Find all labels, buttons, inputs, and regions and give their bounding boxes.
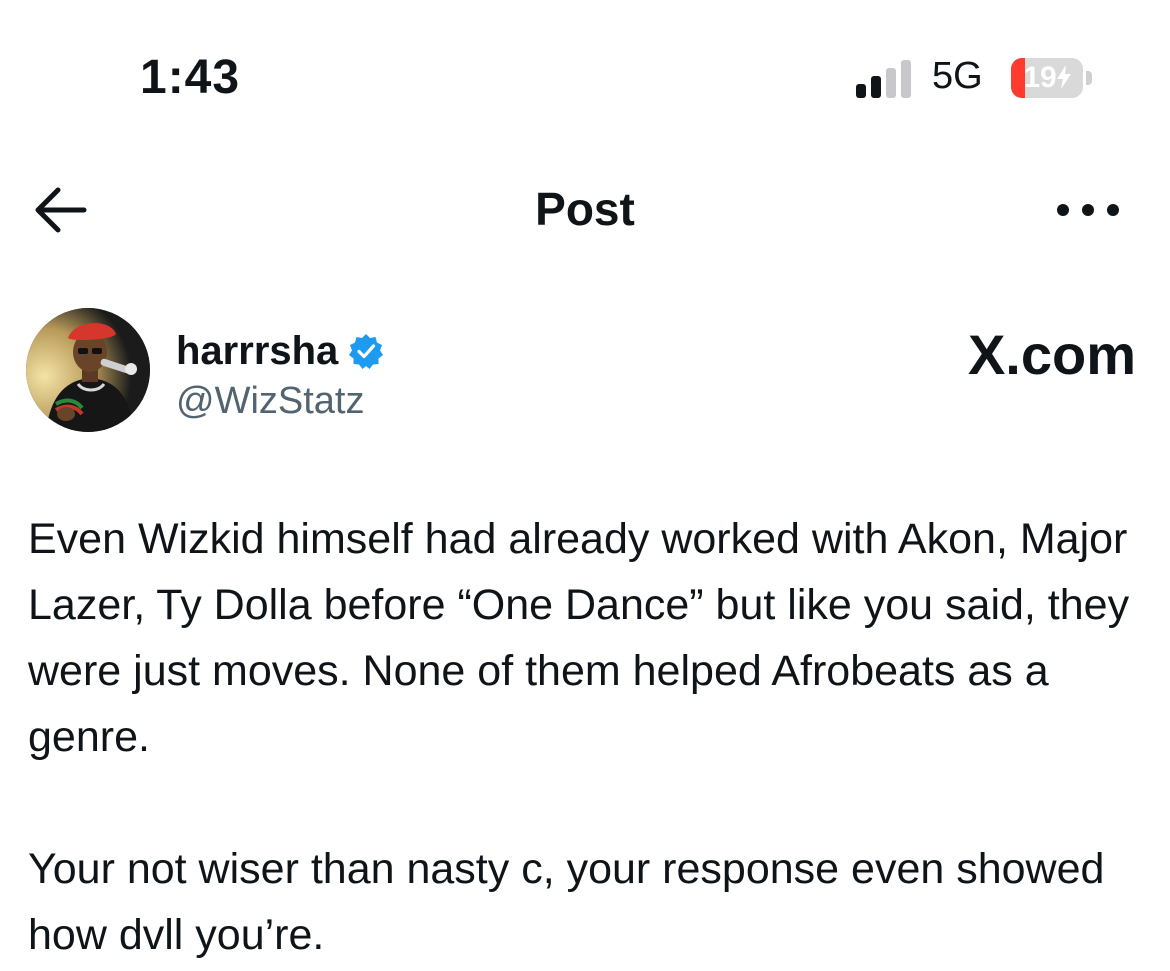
- battery-icon: 19: [1011, 58, 1095, 98]
- back-button[interactable]: [28, 182, 92, 238]
- avatar-image: [26, 308, 150, 432]
- battery-nub: [1086, 71, 1092, 85]
- more-button[interactable]: [1048, 188, 1128, 232]
- signal-icon: [856, 60, 911, 98]
- post-author: harrrsha @WizStatz X.com: [26, 308, 1146, 438]
- network-type: 5G: [932, 55, 983, 97]
- charging-bolt-icon: [1056, 65, 1071, 89]
- status-bar: 1:43 5G 19: [0, 0, 1170, 150]
- more-dots-icon: [1057, 204, 1119, 216]
- user-handle[interactable]: @WizStatz: [176, 380, 364, 423]
- arrow-left-icon: [35, 187, 87, 233]
- display-name[interactable]: harrrsha: [176, 329, 338, 374]
- post-paragraph: Your not wiser than nasty c, your respon…: [28, 845, 1117, 959]
- nav-bar: Post: [0, 160, 1170, 260]
- post-paragraph: Even Wizkid himself had already worked w…: [28, 515, 1142, 761]
- post-text: Even Wizkid himself had already worked w…: [28, 506, 1148, 968]
- display-name-row: harrrsha: [176, 326, 384, 376]
- status-time: 1:43: [140, 51, 241, 104]
- avatar[interactable]: [26, 308, 150, 432]
- verified-badge-icon: [349, 334, 384, 369]
- battery-level: 19: [1023, 61, 1057, 94]
- x-com-watermark: X.com: [967, 323, 1136, 386]
- page-title: Post: [535, 183, 635, 235]
